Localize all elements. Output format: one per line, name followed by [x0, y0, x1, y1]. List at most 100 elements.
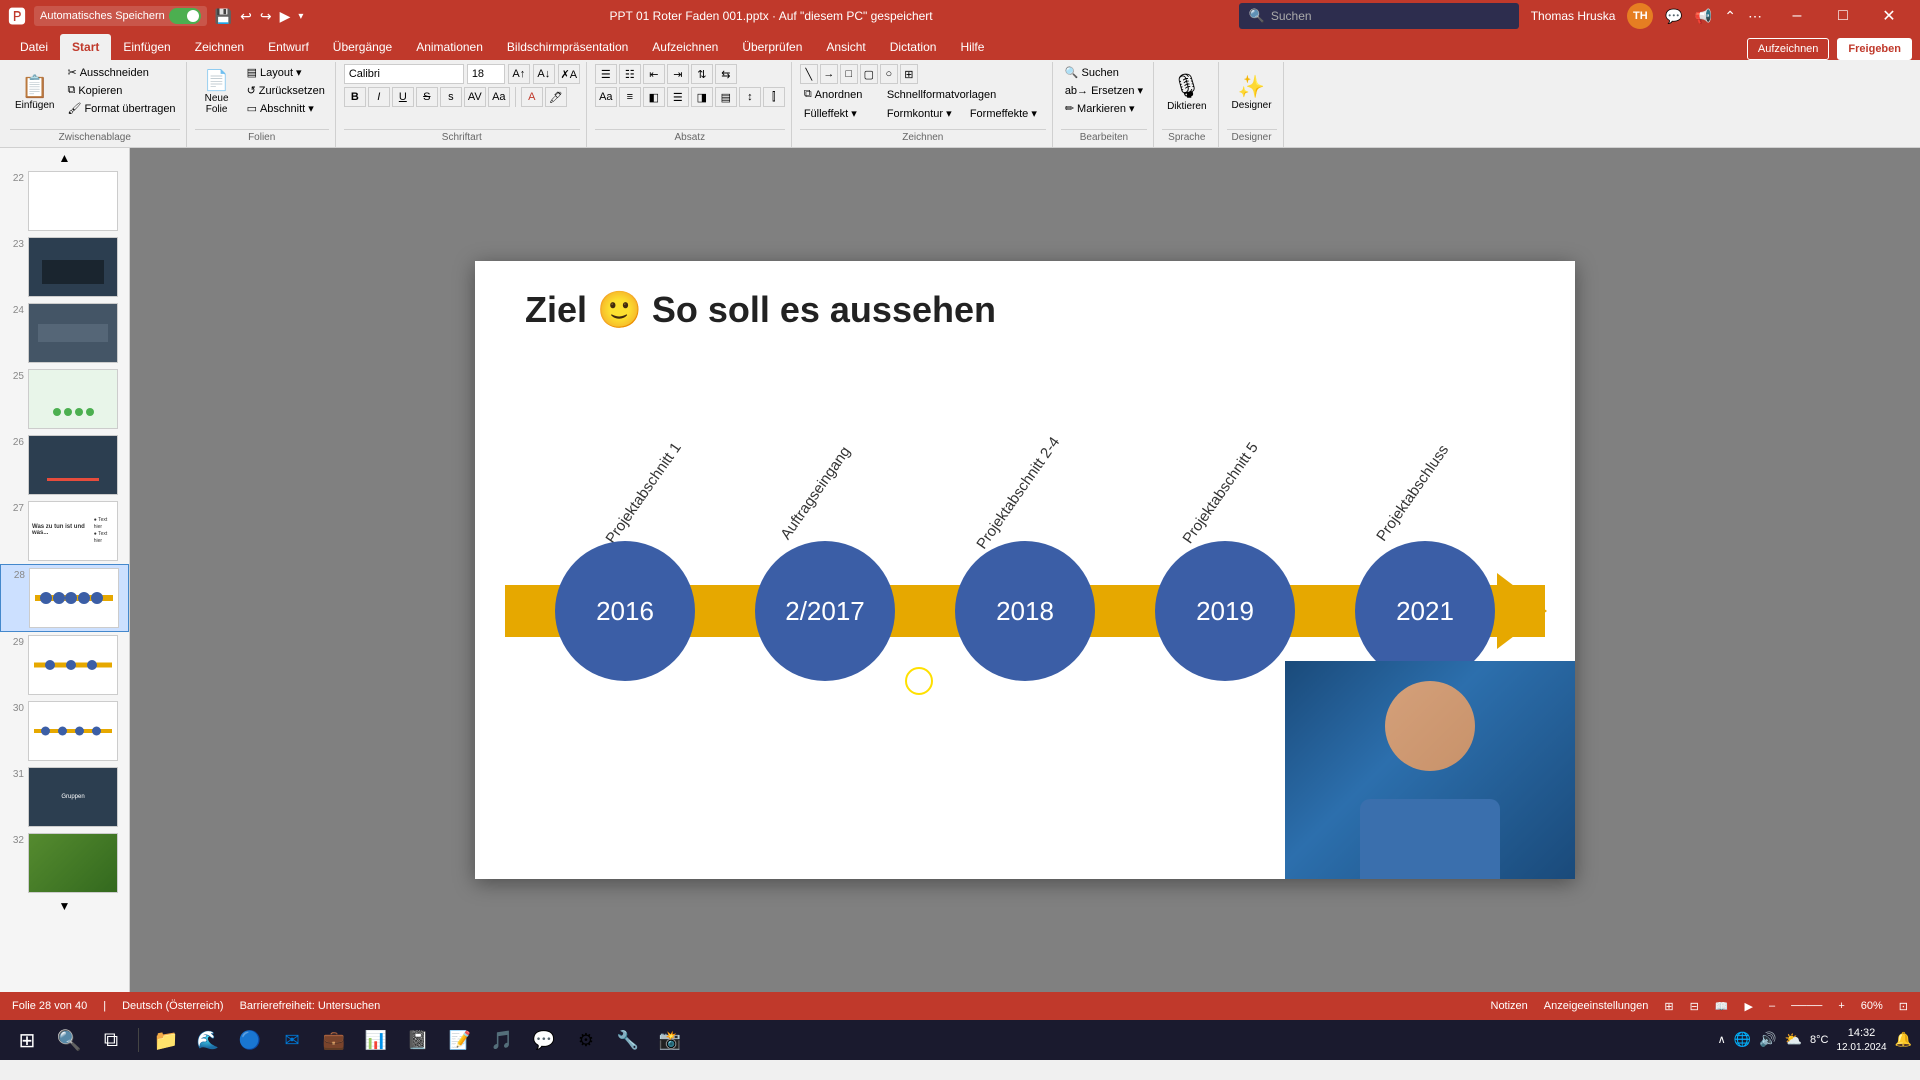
convert-smartart[interactable]: ⇆: [715, 64, 737, 84]
slide-canvas[interactable]: Ziel 🙂 So soll es aussehen Projektabschn…: [475, 261, 1575, 879]
taskbar-chrome[interactable]: 🔵: [231, 1021, 269, 1059]
close-button[interactable]: ✕: [1866, 0, 1912, 32]
autosave-switch[interactable]: [169, 8, 201, 24]
shape-rounded[interactable]: ▢: [860, 64, 878, 84]
find-button[interactable]: 🔍 Suchen: [1061, 64, 1147, 81]
slide-thumb-27[interactable]: 27 Was zu tun ist und was... ● Text hier…: [0, 498, 129, 564]
char-spacing-button[interactable]: AV: [464, 87, 486, 107]
taskbar-teams[interactable]: 💼: [315, 1021, 353, 1059]
clock[interactable]: 14:32 12.01.2024: [1837, 1026, 1887, 1053]
tab-ueberpruefen[interactable]: Überprüfen: [730, 34, 814, 60]
fill-button[interactable]: Fülleffekt ▾: [800, 105, 880, 122]
bullet-list-button[interactable]: ☰: [595, 64, 617, 84]
font-color-button[interactable]: A: [521, 87, 543, 107]
section-button[interactable]: ▭ Abschnitt ▾: [243, 100, 329, 117]
slide-thumb-25[interactable]: 25: [0, 366, 129, 432]
slide-thumb-30[interactable]: 30: [0, 698, 129, 764]
taskview-button[interactable]: ⧉: [92, 1021, 130, 1059]
taskbar-edge[interactable]: 🌊: [189, 1021, 227, 1059]
font-size-input[interactable]: [467, 64, 505, 84]
zoom-increase[interactable]: +: [1838, 1000, 1844, 1012]
designer-button[interactable]: ✨ Designer: [1227, 64, 1277, 122]
freigeben-button[interactable]: Freigeben: [1837, 38, 1912, 60]
arrange-button[interactable]: ⧉ Anordnen: [800, 86, 880, 103]
undo-icon[interactable]: ↩: [240, 8, 252, 25]
font-size-decrease[interactable]: A↓: [533, 64, 555, 84]
share-feedback-icon[interactable]: 📢: [1695, 8, 1712, 25]
replace-button[interactable]: ab→ Ersetzen ▾: [1061, 82, 1147, 99]
taskbar-word[interactable]: 📝: [441, 1021, 479, 1059]
underline-button[interactable]: U: [392, 87, 414, 107]
font-size-increase[interactable]: A↑: [508, 64, 530, 84]
present-icon[interactable]: ▶: [280, 8, 291, 25]
volume-icon[interactable]: 🔊: [1759, 1031, 1776, 1048]
outline-button[interactable]: Formkontur ▾: [883, 105, 963, 122]
slide-thumb-28[interactable]: 28: [0, 564, 129, 632]
layout-button[interactable]: ▤ Layout ▾: [243, 64, 329, 81]
tab-datei[interactable]: Datei: [8, 34, 60, 60]
line-spacing[interactable]: ↕: [739, 87, 761, 107]
ribbon-expand-icon[interactable]: ⋯: [1748, 8, 1762, 25]
shape-circle[interactable]: ○: [880, 64, 898, 84]
start-button[interactable]: ⊞: [8, 1021, 46, 1059]
tab-hilfe[interactable]: Hilfe: [948, 34, 996, 60]
fit-slide[interactable]: ⊡: [1899, 1000, 1908, 1013]
notifications-icon[interactable]: 🔔: [1895, 1031, 1912, 1048]
columns[interactable]: ⫿: [763, 87, 785, 107]
tray-up-icon[interactable]: ∧: [1718, 1033, 1726, 1046]
taskbar-explorer[interactable]: 📁: [147, 1021, 185, 1059]
notes-button[interactable]: Notizen: [1491, 1000, 1528, 1012]
view-slideshow[interactable]: ▶: [1745, 1000, 1753, 1013]
cut-button[interactable]: ✂ Ausschneiden: [63, 64, 179, 81]
taskbar-mail[interactable]: ✉: [273, 1021, 311, 1059]
highlight-button[interactable]: 🖊: [545, 87, 567, 107]
tab-bildschirm[interactable]: Bildschirmpräsentation: [495, 34, 640, 60]
justify[interactable]: ▤: [715, 87, 737, 107]
quickaccess-dropdown[interactable]: ▾: [298, 11, 303, 22]
format-copy-button[interactable]: 🖌 Format übertragen: [63, 100, 179, 117]
taskbar-app4[interactable]: 🔧: [609, 1021, 647, 1059]
taskbar-onenote[interactable]: 📓: [399, 1021, 437, 1059]
view-normal[interactable]: ⊞: [1664, 1000, 1673, 1013]
taskbar-app2[interactable]: 💬: [525, 1021, 563, 1059]
search-bar[interactable]: 🔍: [1239, 3, 1519, 29]
ribbon-toggle-icon[interactable]: ⌃: [1724, 8, 1736, 25]
tab-zeichnen[interactable]: Zeichnen: [183, 34, 256, 60]
tab-ansicht[interactable]: Ansicht: [814, 34, 877, 60]
quick-styles-button[interactable]: Schnellformat­vorlagen: [883, 86, 1000, 103]
aufzeichnen-button[interactable]: Aufzeichnen: [1747, 38, 1830, 60]
bold-button[interactable]: B: [344, 87, 366, 107]
number-list-button[interactable]: ☷: [619, 64, 641, 84]
network-icon[interactable]: 🌐: [1734, 1031, 1751, 1048]
align-center[interactable]: ☰: [667, 87, 689, 107]
slide-thumb-31[interactable]: 31 Gruppen: [0, 764, 129, 830]
slide-thumb-32[interactable]: 32: [0, 830, 129, 896]
paste-button[interactable]: 📋 Einfügen: [10, 64, 59, 122]
tab-dictation[interactable]: Dictation: [878, 34, 949, 60]
scroll-down[interactable]: ▼: [0, 896, 129, 916]
case-button[interactable]: Aa: [488, 87, 510, 107]
save-icon[interactable]: 💾: [215, 8, 232, 25]
maximize-button[interactable]: □: [1820, 0, 1866, 32]
tab-uebergaenge[interactable]: Übergänge: [321, 34, 404, 60]
autosave-toggle[interactable]: Automatisches Speichern: [34, 6, 207, 26]
direction-button[interactable]: ⇅: [691, 64, 713, 84]
shape-arrow[interactable]: →: [820, 64, 838, 84]
indent-increase[interactable]: ⇥: [667, 64, 689, 84]
align-right[interactable]: ◨: [691, 87, 713, 107]
zoom-slider[interactable]: ────: [1791, 1000, 1822, 1012]
search-taskbar-button[interactable]: 🔍: [50, 1021, 88, 1059]
shape-rect[interactable]: □: [840, 64, 858, 84]
tab-animationen[interactable]: Animationen: [404, 34, 495, 60]
tab-aufzeichnen[interactable]: Aufzeichnen: [640, 34, 730, 60]
view-reading[interactable]: 📖: [1715, 1000, 1729, 1013]
dictate-button[interactable]: 🎙 Diktieren: [1162, 64, 1211, 122]
new-slide-button[interactable]: 📄 NeueFolie: [195, 64, 239, 122]
slide-thumb-26[interactable]: 26: [0, 432, 129, 498]
strikethrough-button[interactable]: S: [416, 87, 438, 107]
taskbar-app1[interactable]: 🎵: [483, 1021, 521, 1059]
clear-format[interactable]: ✗A: [558, 64, 580, 84]
align-left[interactable]: ◧: [643, 87, 665, 107]
reset-button[interactable]: ↺ Zurücksetzen: [243, 82, 329, 99]
font-name-input[interactable]: [344, 64, 464, 84]
